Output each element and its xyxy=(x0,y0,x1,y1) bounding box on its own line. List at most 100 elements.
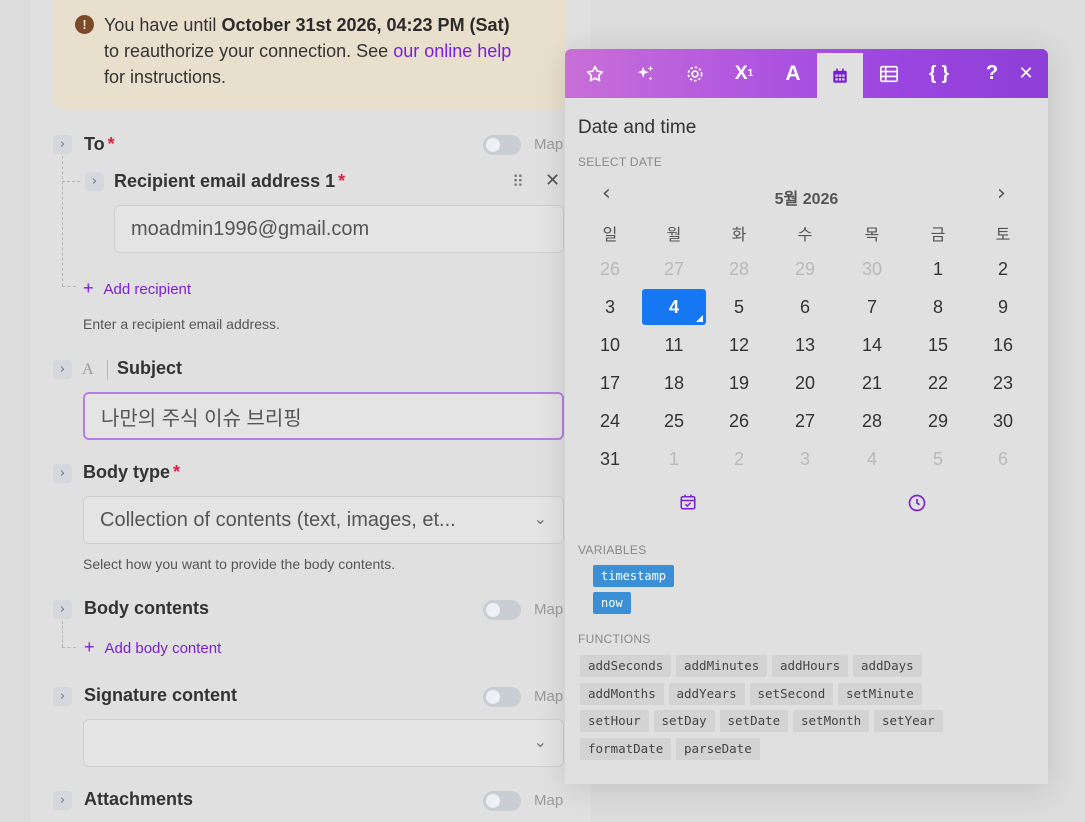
calendar-day[interactable]: 11 xyxy=(642,327,706,363)
to-expand-button[interactable]: › xyxy=(53,135,72,154)
body-contents-map-label: Map xyxy=(534,601,564,618)
function-chip[interactable]: addDays xyxy=(853,655,922,677)
table-icon[interactable] xyxy=(866,49,912,98)
calendar-day[interactable]: 4 xyxy=(840,441,904,477)
subject-value: 나만의 주식 이슈 브리핑 xyxy=(101,407,302,430)
remove-recipient-icon[interactable]: ✕ xyxy=(545,170,560,191)
function-chip[interactable]: addMinutes xyxy=(676,655,768,677)
calendar-day[interactable]: 30 xyxy=(971,403,1035,439)
drag-handle-icon[interactable]: ⠿ xyxy=(512,172,524,192)
calendar-day[interactable]: 17 xyxy=(578,365,642,401)
calendar-day[interactable]: 21 xyxy=(840,365,904,401)
function-chip[interactable]: addMonths xyxy=(580,682,664,705)
variable-chip[interactable]: timestamp xyxy=(593,565,675,587)
text-icon[interactable]: A xyxy=(770,49,816,98)
function-chip[interactable]: setMinute xyxy=(838,682,922,705)
calendar-day[interactable]: 6 xyxy=(971,441,1035,477)
to-hint: Enter a recipient email address. xyxy=(83,316,280,332)
star-icon[interactable] xyxy=(572,49,618,98)
signature-select[interactable]: ⌄ xyxy=(83,719,564,767)
calendar-day[interactable]: 25 xyxy=(642,403,706,439)
body-type-select[interactable]: Collection of contents (text, images, et… xyxy=(83,496,564,544)
calendar-day[interactable]: 10 xyxy=(578,327,642,363)
calendar-day[interactable]: 1 xyxy=(906,251,970,287)
sparkles-icon[interactable] xyxy=(622,49,668,98)
function-chip[interactable]: setDay xyxy=(653,710,715,733)
calendar-day[interactable]: 19 xyxy=(707,365,771,401)
calendar-day-selected[interactable]: 4 xyxy=(642,289,706,325)
calendar-day[interactable]: 8 xyxy=(906,289,970,325)
online-help-link[interactable]: our online help xyxy=(393,41,511,61)
calendar-day[interactable]: 15 xyxy=(906,327,970,363)
variables-label: VARIABLES xyxy=(578,543,647,557)
calendar-day[interactable]: 3 xyxy=(773,441,837,477)
function-chip[interactable]: setHour xyxy=(580,710,649,733)
body-type-expand-button[interactable]: › xyxy=(53,464,72,483)
to-map-toggle[interactable] xyxy=(483,135,521,155)
calendar-day[interactable]: 13 xyxy=(773,327,837,363)
to-tree-line xyxy=(62,156,63,286)
subject-expand-button[interactable]: › xyxy=(53,360,72,379)
calendar-day[interactable]: 2 xyxy=(971,251,1035,287)
calendar-day[interactable]: 27 xyxy=(773,403,837,439)
calendar-day[interactable]: 9 xyxy=(971,289,1035,325)
calendar-day[interactable]: 6 xyxy=(773,289,837,325)
variable-chip[interactable]: now xyxy=(593,592,631,614)
calendar-day[interactable]: 3 xyxy=(578,289,642,325)
body-contents-map-toggle[interactable] xyxy=(483,600,521,620)
calendar-day[interactable]: 22 xyxy=(906,365,970,401)
calendar-day[interactable]: 2 xyxy=(707,441,771,477)
function-chip[interactable]: setSecond xyxy=(749,682,834,705)
calendar-day[interactable]: 18 xyxy=(642,365,706,401)
calendar-day[interactable]: 29 xyxy=(773,251,837,287)
attachments-expand-button[interactable]: › xyxy=(53,791,72,810)
calendar-day[interactable]: 28 xyxy=(707,251,771,287)
close-icon[interactable]: ✕ xyxy=(1003,49,1049,98)
calendar-day[interactable]: 14 xyxy=(840,327,904,363)
calendar-day[interactable]: 7 xyxy=(840,289,904,325)
function-chip[interactable]: formatDate xyxy=(580,738,672,761)
next-month-icon[interactable]: › xyxy=(997,181,1006,206)
function-chip[interactable]: setMonth xyxy=(793,710,870,733)
calendar-day[interactable]: 23 xyxy=(971,365,1035,401)
calendar-icon[interactable] xyxy=(817,53,863,98)
calendar-day[interactable]: 27 xyxy=(642,251,706,287)
calendar-day[interactable]: 31 xyxy=(578,441,642,477)
function-chip[interactable]: addYears xyxy=(668,682,745,705)
calendar-day[interactable]: 26 xyxy=(578,251,642,287)
superscript-icon[interactable]: X1 xyxy=(721,49,767,98)
add-recipient-link[interactable]: + Add recipient xyxy=(83,278,191,299)
calendar-day[interactable]: 16 xyxy=(971,327,1035,363)
braces-icon[interactable]: { } xyxy=(916,49,962,98)
calendar-day[interactable]: 26 xyxy=(707,403,771,439)
function-chip[interactable]: setDate xyxy=(719,710,789,733)
calendar-day[interactable]: 30 xyxy=(840,251,904,287)
function-chip[interactable]: addHours xyxy=(772,655,849,677)
signature-expand-button[interactable]: › xyxy=(53,687,72,706)
gear-icon[interactable] xyxy=(672,49,718,98)
calendar-check-icon[interactable] xyxy=(679,493,697,516)
recipient-expand-button[interactable]: › xyxy=(85,172,104,191)
calendar-day[interactable]: 28 xyxy=(840,403,904,439)
calendar-day[interactable]: 20 xyxy=(773,365,837,401)
attachments-map-toggle[interactable] xyxy=(483,791,521,811)
recipient-email-input[interactable]: moadmin1996@gmail.com xyxy=(114,205,564,253)
signature-map-toggle[interactable] xyxy=(483,687,521,707)
calendar-day[interactable]: 5 xyxy=(906,441,970,477)
function-chip[interactable]: setYear xyxy=(874,710,943,733)
calendar-day[interactable]: 24 xyxy=(578,403,642,439)
chevron-down-icon: ⌄ xyxy=(533,511,547,528)
function-chip[interactable]: parseDate xyxy=(676,738,760,761)
weekday-label: 일 xyxy=(602,227,618,244)
function-chip[interactable]: addSeconds xyxy=(580,655,672,677)
clock-icon[interactable] xyxy=(907,493,927,518)
calendar-day[interactable]: 1 xyxy=(642,441,706,477)
subject-input[interactable]: 나만의 주식 이슈 브리핑 xyxy=(83,392,564,440)
calendar-day[interactable]: 29 xyxy=(906,403,970,439)
calendar-day[interactable]: 5 xyxy=(707,289,771,325)
chevron-down-icon: ⌄ xyxy=(533,734,547,751)
body-contents-expand-button[interactable]: › xyxy=(53,600,72,619)
calendar-day[interactable]: 12 xyxy=(707,327,771,363)
add-body-content-link[interactable]: + Add body content xyxy=(84,637,221,658)
plus-icon: + xyxy=(84,637,95,657)
